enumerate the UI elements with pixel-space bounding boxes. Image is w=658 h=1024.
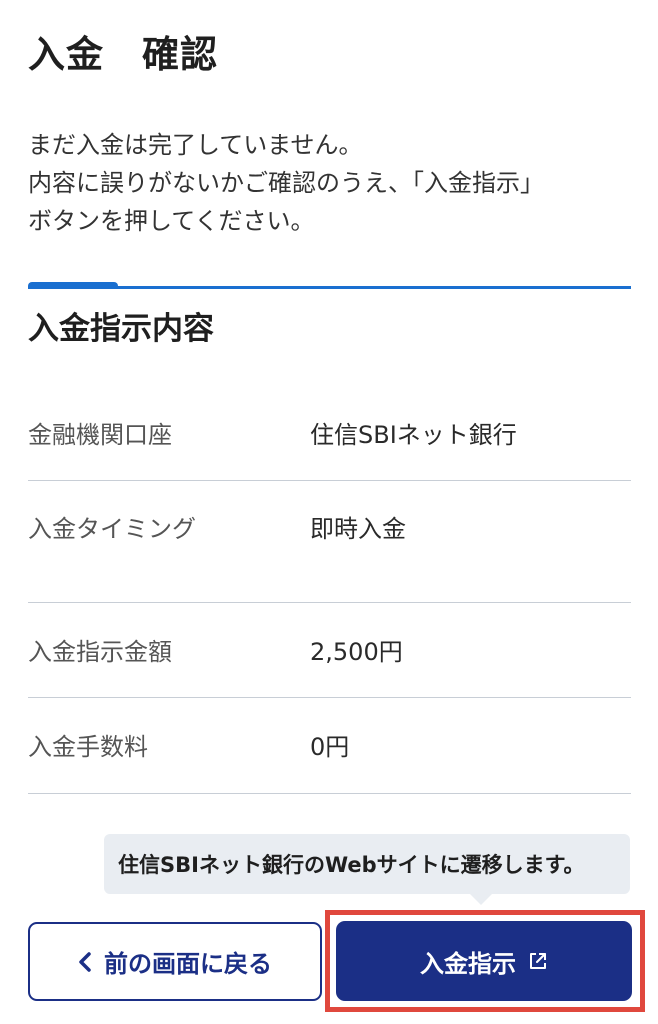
section-divider [28,286,631,289]
back-button-label: 前の画面に戻る [104,950,272,978]
deposit-instruction-button[interactable]: 入金指示 [336,921,632,1001]
section-title: 入金指示内容 [28,311,214,347]
detail-label: 入金指示金額 [28,638,172,666]
detail-value: 2,500円 [310,638,403,666]
redirect-tooltip: 住信SBIネット銀行のWebサイトに遷移します。 [104,834,630,894]
detail-row-amount: 入金指示金額 2,500円 [28,602,631,698]
intro-message: まだ入金は完了していません。 内容に誤りがないかご確認のうえ、「入金指示」 ボタ… [28,126,638,240]
intro-line: まだ入金は完了していません。 [28,131,363,159]
detail-value: 0円 [310,733,350,761]
back-button[interactable]: 前の画面に戻る [28,922,322,1001]
deposit-instruction-button-label: 入金指示 [420,949,516,978]
tooltip-text: 住信SBIネット銀行のWebサイトに遷移します。 [118,853,585,877]
page-title: 入金 確認 [28,33,218,76]
detail-label: 入金手数料 [28,733,148,761]
external-link-icon [528,951,548,971]
section-divider-accent [28,282,118,289]
tooltip-arrow [470,894,492,905]
detail-value: 住信SBIネット銀行 [310,421,517,449]
detail-row-fee: 入金手数料 0円 [28,697,631,794]
detail-row-account: 金融機関口座 住信SBIネット銀行 [28,400,631,481]
chevron-left-icon [78,951,92,973]
detail-label: 入金タイミング [28,515,196,543]
detail-row-timing: 入金タイミング 即時入金 [28,480,631,603]
detail-value: 即時入金 [310,515,406,543]
intro-line: ボタンを押してください。 [28,207,315,235]
intro-line: 内容に誤りがないかご確認のうえ、「入金指示」 [28,169,544,197]
detail-label: 金融機関口座 [28,421,172,449]
